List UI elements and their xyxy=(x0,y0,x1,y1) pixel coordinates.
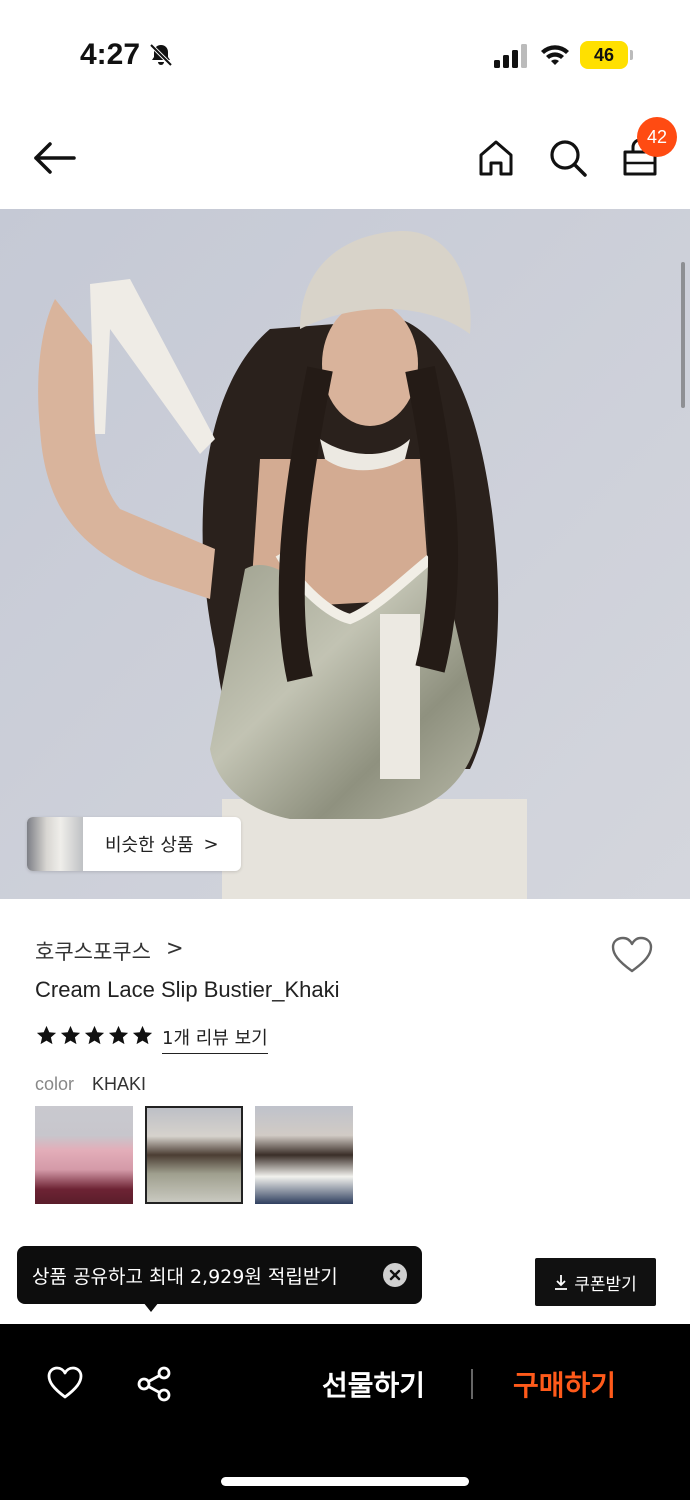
scroll-indicator[interactable] xyxy=(681,262,685,408)
product-photo xyxy=(0,209,690,899)
bottom-bar-divider xyxy=(471,1369,473,1399)
bottom-action-bar xyxy=(0,1324,690,1500)
star-icon xyxy=(60,1025,81,1045)
color-swatch-white[interactable] xyxy=(255,1106,353,1204)
close-glyph xyxy=(389,1269,401,1281)
coupon-label: 쿠폰받기 xyxy=(574,1274,637,1295)
bell-off-icon xyxy=(149,43,173,67)
color-value: KHAKI xyxy=(92,1074,147,1094)
similar-products-button[interactable]: 비슷한 상품 > xyxy=(27,817,241,871)
color-swatch-khaki[interactable] xyxy=(145,1106,243,1204)
color-label: color xyxy=(35,1074,75,1094)
star-icon xyxy=(36,1025,57,1045)
status-bar: 4:27 46 xyxy=(0,0,690,110)
share-reward-toast: 상품 공유하고 최대 2,929원 적립받기 xyxy=(17,1246,422,1304)
cart-count-badge: 42 xyxy=(637,117,677,157)
close-icon[interactable] xyxy=(383,1263,407,1287)
home-icon[interactable] xyxy=(474,136,518,180)
star-icon xyxy=(84,1025,105,1045)
chevron-right-icon: > xyxy=(166,936,184,960)
review-link[interactable]: 1개 리뷰 보기 xyxy=(162,1024,268,1054)
wifi-icon xyxy=(541,45,569,65)
color-swatch-pink[interactable] xyxy=(35,1106,133,1204)
cellular-signal-icon xyxy=(494,44,527,68)
chevron-right-icon: > xyxy=(203,833,219,855)
brand-link[interactable]: 호쿠스포쿠스 xyxy=(35,936,151,966)
similar-products-thumbnail xyxy=(27,817,83,871)
coupon-button[interactable]: 쿠폰받기 xyxy=(535,1258,656,1306)
toast-pointer xyxy=(143,1302,159,1312)
buy-button[interactable]: 구매하기 xyxy=(513,1364,616,1404)
status-time: 4:27 xyxy=(80,38,141,71)
share-icon[interactable] xyxy=(135,1365,173,1403)
heart-icon[interactable] xyxy=(610,935,654,975)
battery-cap xyxy=(630,50,633,60)
toast-text: 상품 공유하고 최대 2,929원 적립받기 xyxy=(32,1265,338,1288)
battery-indicator: 46 xyxy=(580,41,628,69)
product-name: Cream Lace Slip Bustier_Khaki xyxy=(35,977,340,1002)
heart-icon[interactable] xyxy=(46,1365,84,1401)
app-header xyxy=(0,110,690,208)
rating-stars xyxy=(35,1024,154,1047)
gift-button[interactable]: 선물하기 xyxy=(322,1364,425,1404)
download-icon xyxy=(555,1275,568,1290)
home-indicator[interactable] xyxy=(221,1477,469,1486)
arrow-left-icon[interactable] xyxy=(30,136,80,180)
star-icon xyxy=(132,1025,153,1045)
similar-products-label: 비슷한 상품 xyxy=(105,835,194,856)
search-icon[interactable] xyxy=(546,136,590,180)
star-icon xyxy=(108,1025,129,1045)
product-hero-image[interactable] xyxy=(0,209,690,899)
